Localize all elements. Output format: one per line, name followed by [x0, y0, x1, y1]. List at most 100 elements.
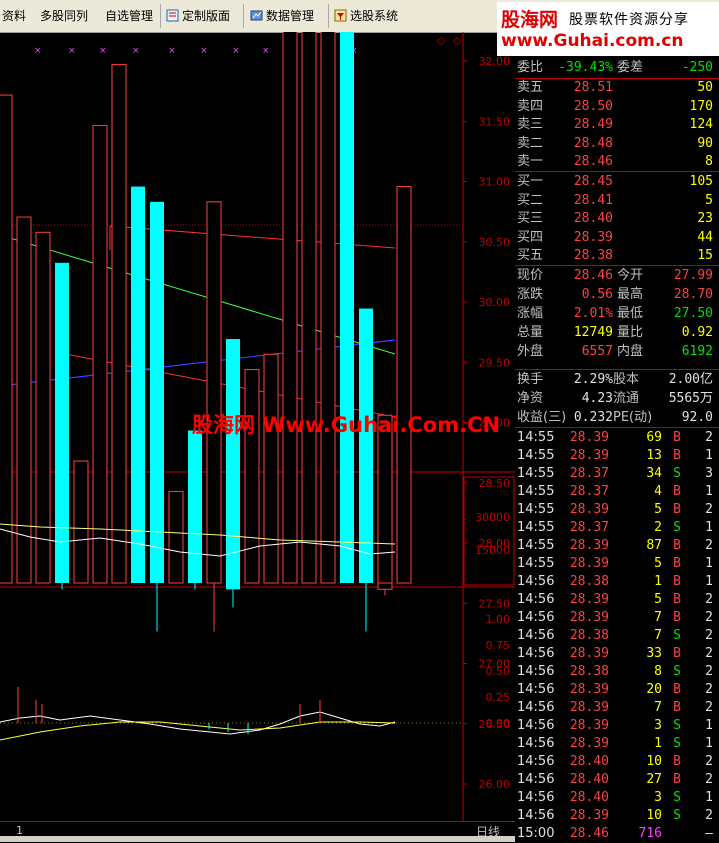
toolbar-item-data-management[interactable]: 数据管理 — [250, 7, 314, 24]
tick-volume: 20 — [646, 682, 662, 697]
tick-time: 14:56 — [517, 628, 555, 643]
ask-row: 卖二 28.48 90 — [515, 135, 719, 153]
volume-bar — [131, 186, 145, 583]
signal-marker: × — [200, 46, 208, 56]
volume-bar — [340, 32, 354, 584]
tick-row[interactable]: 14:55 28.37 2 S 1 — [515, 519, 719, 537]
bid-row: 买四 28.39 44 — [515, 229, 719, 247]
tick-time: 14:55 — [517, 448, 555, 463]
tick-time: 14:56 — [517, 718, 555, 733]
tick-direction: B — [673, 484, 681, 499]
signal-marker: × — [262, 46, 270, 56]
bid-label: 买三 — [517, 211, 544, 226]
tick-volume: 1 — [654, 736, 662, 751]
tick-price: 28.39 — [569, 700, 609, 715]
ask-label: 卖四 — [517, 98, 544, 114]
bid-label: 买一 — [517, 174, 544, 189]
tick-price: 28.39 — [569, 736, 609, 751]
toolbar-item-stock-screener[interactable]: 选股系统 — [334, 7, 398, 24]
bid-price: 28.45 — [573, 174, 613, 189]
signal-marker: × — [34, 46, 42, 56]
tick-row[interactable]: 14:55 28.39 69 B 2 — [515, 429, 719, 447]
bid-volume: 5 — [705, 192, 713, 208]
tick-price: 28.37 — [569, 466, 609, 481]
toolbar-item-info[interactable]: 资料 — [2, 7, 26, 24]
tick-row[interactable]: 14:56 28.38 7 S 2 — [515, 627, 719, 645]
volume-bar — [226, 339, 240, 583]
tick-direction: B — [673, 592, 681, 607]
finance-value: 4.23 — [581, 391, 613, 406]
tick-time: 14:55 — [517, 466, 555, 481]
tick-row[interactable]: 14:56 28.38 8 S 2 — [515, 663, 719, 681]
tick-price: 28.38 — [569, 628, 609, 643]
tick-row[interactable]: 14:56 28.40 10 B 2 — [515, 753, 719, 771]
price-axis-label: 30.00 — [479, 296, 511, 309]
tick-time: 14:55 — [517, 538, 555, 553]
tick-row[interactable]: 14:55 28.39 5 B 2 — [515, 501, 719, 519]
tick-direction: B — [673, 682, 681, 697]
layout-icon — [166, 9, 179, 22]
tick-row[interactable]: 14:56 28.39 5 B 2 — [515, 591, 719, 609]
tick-row[interactable]: 14:56 28.39 3 S 1 — [515, 717, 719, 735]
finance-label: 流通 — [613, 391, 640, 406]
tick-count: 2 — [705, 700, 713, 715]
tick-volume: 10 — [646, 754, 662, 769]
tick-row[interactable]: 14:55 28.37 34 S 3 — [515, 465, 719, 483]
divider — [515, 265, 719, 266]
toolbar-item-multi-stock[interactable]: 多股同列 — [40, 7, 88, 24]
tick-volume: 7 — [654, 610, 662, 625]
volume-bar — [244, 369, 260, 584]
toolbar-item-custom-layout[interactable]: 定制版面 — [166, 7, 230, 24]
tick-row[interactable]: 14:56 28.39 1 S 1 — [515, 735, 719, 753]
toolbar-label: 定制版面 — [182, 9, 231, 23]
tick-row[interactable]: 14:56 28.39 7 B 2 — [515, 609, 719, 627]
tick-count: 1 — [705, 574, 713, 589]
ask-label: 卖五 — [517, 80, 544, 95]
tick-count: 1 — [705, 484, 713, 499]
tick-volume: 10 — [646, 808, 662, 823]
logo-brand: 股海网 — [501, 9, 559, 31]
signal-marker: × — [68, 46, 76, 56]
toolbar-label: 数据管理 — [266, 9, 315, 23]
tick-price: 28.39 — [569, 610, 609, 625]
bid-price: 28.38 — [573, 248, 613, 263]
watermark: 股海网 Www.Guhai.Com.CN — [192, 413, 501, 437]
tick-row[interactable]: 14:56 28.38 1 B 1 — [515, 573, 719, 591]
tick-row[interactable]: 14:55 28.39 5 B 1 — [515, 555, 719, 573]
tick-row[interactable]: 15:00 28.46 716 — — [515, 825, 719, 843]
volume-bar — [35, 231, 51, 584]
site-logo: 股海网 股票软件资源分享 www.Guhai.com.cn — [497, 2, 719, 56]
tick-volume: 5 — [654, 592, 662, 607]
tick-count: 2 — [705, 592, 713, 607]
tick-row[interactable]: 14:55 28.37 4 B 1 — [515, 483, 719, 501]
toolbar-label: 选股系统 — [350, 9, 399, 23]
ask-volume: 50 — [697, 80, 713, 95]
tick-row[interactable]: 14:56 28.39 7 B 2 — [515, 699, 719, 717]
tick-row[interactable]: 14:55 28.39 13 B 1 — [515, 447, 719, 465]
stat-row: 涨幅 2.01% 最低 27.50 — [515, 305, 719, 323]
quote-panel: 委比 -39.43% 委差 -250 卖五 28.51 50 卖四 28.50 170 卖三… — [515, 57, 719, 842]
tick-price: 28.37 — [569, 484, 609, 499]
tick-volume: 27 — [646, 772, 662, 787]
tick-row[interactable]: 14:56 28.39 33 B 2 — [515, 645, 719, 663]
tick-row[interactable]: 14:56 28.40 3 S 1 — [515, 789, 719, 807]
toolbar-item-watchlist[interactable]: 自选管理 — [105, 7, 153, 24]
ask-price: 28.46 — [573, 154, 613, 169]
tick-row[interactable]: 14:56 28.39 10 S 2 — [515, 807, 719, 825]
tick-time: 14:55 — [517, 430, 555, 445]
finance-label: 股本 — [613, 372, 640, 387]
tick-row[interactable]: 14:55 28.39 87 B 2 — [515, 537, 719, 555]
tick-row[interactable]: 14:56 28.39 20 B 2 — [515, 681, 719, 699]
indicator-axis-label: 0.00 — [486, 717, 511, 730]
tick-volume: 5 — [654, 502, 662, 517]
volume-bar — [320, 32, 336, 584]
bid-row: 买五 28.38 15 — [515, 247, 719, 265]
tick-volume: 69 — [646, 430, 662, 445]
tick-price: 28.39 — [569, 556, 609, 571]
tick-volume: 4 — [654, 484, 662, 499]
indicator-line-white — [0, 711, 396, 735]
stat-label: 涨幅 — [517, 306, 544, 321]
tick-count: 2 — [705, 664, 713, 679]
tick-row[interactable]: 14:56 28.40 27 B 2 — [515, 771, 719, 789]
ask-row: 卖四 28.50 170 — [515, 98, 719, 116]
